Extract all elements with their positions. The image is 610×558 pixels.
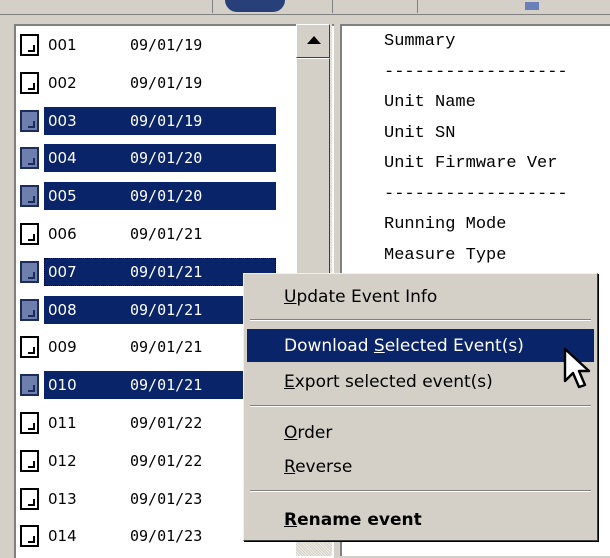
summary-line: Unit Name [384, 93, 476, 112]
toolbar-separator [212, 0, 213, 13]
menu-separator [250, 405, 591, 407]
event-date: 09/01/21 [130, 300, 203, 319]
document-icon [20, 185, 39, 208]
menu-rename-event[interactable]: Rename event [247, 503, 594, 536]
event-number: 008 [48, 300, 77, 319]
event-date: 09/01/20 [130, 149, 203, 168]
toolbar-separator [332, 0, 333, 13]
event-date: 09/01/20 [130, 187, 203, 206]
document-icon [20, 374, 39, 397]
document-icon [20, 336, 39, 359]
toolbar-separator [417, 0, 418, 13]
menu-update-event-info[interactable]: Update Event Info [247, 280, 594, 313]
event-date: 09/01/22 [130, 451, 203, 470]
scroll-thumb[interactable] [296, 58, 330, 308]
menu-separator [250, 319, 591, 321]
event-number: 006 [48, 225, 77, 243]
event-number: 004 [48, 149, 77, 168]
event-row[interactable]: 003 09/01/19 [16, 106, 316, 136]
menu-separator [250, 490, 591, 492]
document-icon [20, 298, 39, 321]
event-number: 005 [48, 187, 77, 206]
document-icon [20, 412, 39, 434]
menu-export-selected-events[interactable]: Export selected event(s) [247, 365, 594, 398]
event-date: 09/01/22 [130, 414, 203, 432]
menu-item-label: Update Event Info [284, 287, 438, 307]
mouse-cursor-icon [563, 347, 591, 389]
document-icon [20, 147, 39, 170]
event-date: 09/01/21 [130, 262, 203, 281]
toolbar-strip [0, 0, 610, 15]
document-icon [20, 34, 39, 56]
document-icon [20, 260, 39, 283]
event-row[interactable]: 005 09/01/20 [16, 181, 316, 211]
event-row[interactable]: 006 09/01/21 [16, 219, 316, 249]
event-date: 09/01/21 [130, 376, 203, 395]
event-row[interactable]: 004 09/01/20 [16, 143, 316, 173]
menu-item-label: Order [284, 423, 333, 443]
summary-line: Unit SN [384, 123, 456, 143]
event-date: 09/01/21 [130, 225, 203, 243]
summary-line: Summary [384, 32, 456, 51]
event-number: 012 [48, 451, 77, 470]
menu-item-label: Export selected event(s) [284, 372, 493, 392]
event-row[interactable]: 002 09/01/19 [16, 68, 316, 98]
event-number: 002 [48, 73, 77, 92]
event-number: 009 [48, 338, 77, 357]
document-icon [20, 71, 39, 94]
summary-line: ------------------ [384, 62, 568, 82]
scroll-up-button[interactable] [296, 24, 330, 58]
summary-line: ------------------ [384, 184, 568, 204]
menu-item-label: Download Selected Event(s) [284, 336, 524, 356]
document-icon [20, 109, 39, 132]
toolbar-icon[interactable] [525, 2, 539, 10]
summary-line: Running Mode [384, 215, 507, 234]
summary-line: Measure Type [384, 245, 507, 265]
summary-line: Unit Firmware Ver [384, 154, 558, 173]
event-number: 001 [48, 36, 77, 54]
event-date: 09/01/23 [130, 489, 203, 508]
event-number: 014 [48, 527, 77, 546]
menu-item-label: Reverse [284, 457, 353, 477]
context-menu: Update Event Info Download Selected Event… [243, 273, 598, 541]
document-icon [20, 449, 39, 472]
menu-download-selected-events[interactable]: Download Selected Event(s) [247, 329, 594, 362]
document-icon [20, 223, 39, 245]
document-icon [20, 487, 39, 510]
event-date: 09/01/21 [130, 338, 203, 357]
event-number: 013 [48, 489, 77, 508]
event-date: 09/01/19 [130, 36, 203, 54]
event-date: 09/01/19 [130, 73, 203, 92]
menu-item-label: Rename event [284, 510, 422, 530]
event-number: 003 [48, 111, 77, 130]
event-row[interactable]: 001 09/01/19 [16, 30, 316, 60]
event-date: 09/01/19 [130, 111, 203, 130]
event-number: 010 [48, 376, 77, 395]
menu-reverse[interactable]: Reverse [247, 450, 594, 483]
toolbar-icon[interactable] [225, 0, 285, 12]
event-number: 007 [48, 262, 77, 281]
event-date: 09/01/23 [130, 527, 203, 546]
document-icon [20, 525, 39, 548]
menu-order[interactable]: Order [247, 416, 594, 449]
event-number: 011 [48, 414, 77, 432]
